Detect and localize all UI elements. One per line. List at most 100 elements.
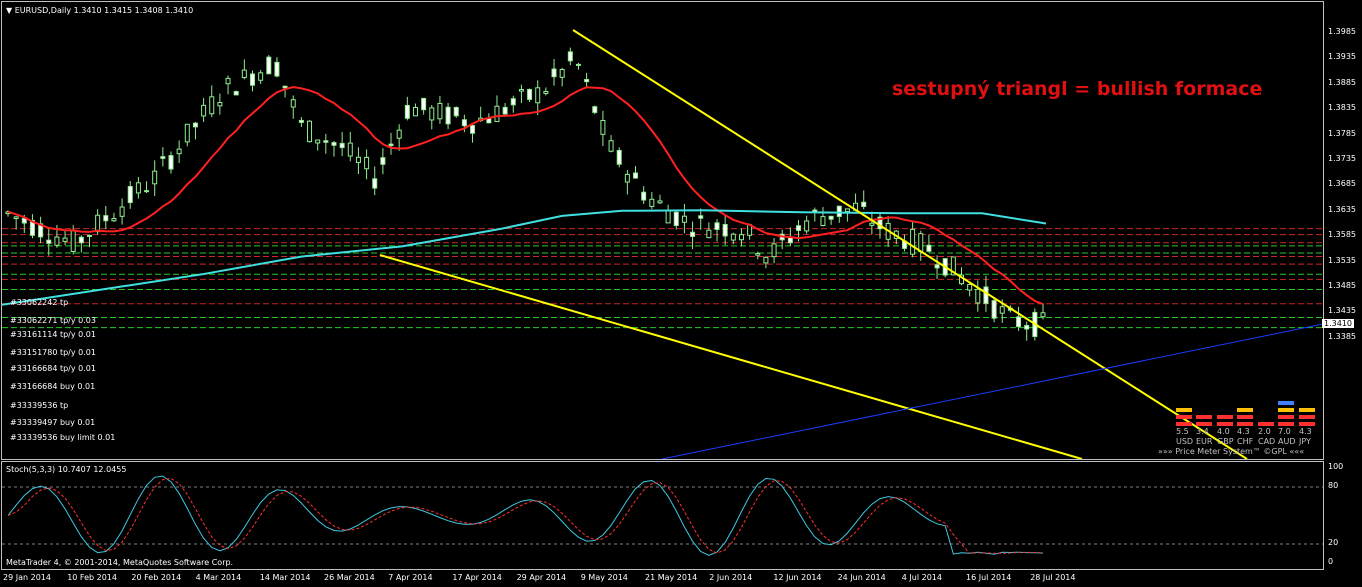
candle-body (641, 191, 647, 201)
price-tick-label: 1.3835 (1328, 103, 1356, 113)
order-label[interactable]: #33339536 tp (10, 401, 68, 410)
candle-body (608, 140, 614, 152)
candle-body (592, 106, 598, 113)
candle (714, 219, 720, 242)
candle (592, 105, 598, 115)
candle-body (168, 155, 174, 170)
candle (567, 47, 573, 66)
candle-body (388, 143, 394, 147)
candle (111, 212, 117, 222)
meter-value: 4.3 (1237, 427, 1250, 436)
candle (274, 57, 280, 78)
candle (934, 255, 940, 279)
candle-body (144, 190, 150, 193)
order-label[interactable]: #33339497 buy 0.01 (10, 418, 95, 427)
candle (836, 205, 842, 223)
candle (396, 124, 402, 151)
candle (608, 135, 614, 153)
candle (429, 104, 435, 130)
candle (624, 169, 630, 195)
candle (160, 147, 166, 167)
candle-body (396, 129, 402, 139)
candle (323, 133, 329, 154)
meter-caption: »»» Price Meter System™ ©GPL ««« (1158, 447, 1305, 456)
price-tick-label: 1.3635 (1328, 204, 1356, 214)
candle-body (681, 215, 687, 223)
candle (201, 97, 207, 122)
candle-body (135, 182, 141, 194)
candle-body (861, 201, 867, 208)
candle (225, 75, 231, 95)
candle-body (543, 91, 549, 94)
candle (355, 147, 361, 175)
candle-body (616, 149, 622, 165)
candle (184, 123, 190, 147)
candle-body (502, 106, 508, 115)
stochastic-signal-line (7, 477, 1044, 554)
stochastic-pane[interactable]: Stoch(5,3,3) 10.7407 12.0455 MetaTrader … (1, 461, 1324, 570)
candle-body (282, 85, 288, 89)
candle (364, 149, 370, 180)
candle (38, 216, 44, 244)
meter-value: 2.0 (1258, 427, 1271, 436)
chart-annotation: sestupný triangl = bullish formace (892, 78, 1263, 100)
candle-body (836, 205, 842, 217)
candle-body (657, 200, 663, 204)
candle-body (584, 79, 590, 83)
candle-body (111, 218, 117, 222)
order-label[interactable]: #33161114 tp/y 0.01 (10, 330, 96, 339)
candle-body (209, 96, 215, 115)
candle (331, 141, 337, 157)
candle (967, 283, 973, 297)
meter-currency: GBP (1217, 437, 1234, 446)
candle (1040, 303, 1046, 320)
stochastic-header: Stoch(5,3,3) 10.7407 12.0455 (6, 465, 127, 474)
candle-body (315, 139, 321, 144)
meter-currency: EUR (1196, 437, 1213, 446)
candle (421, 97, 427, 115)
meter-bar (1299, 415, 1315, 419)
candle (575, 62, 581, 70)
candle-body (46, 239, 52, 244)
order-label[interactable]: #33062271 tp/y 0.03 (10, 316, 96, 325)
price-chart-canvas[interactable] (2, 2, 1323, 459)
date-tick-label: 29 Jan 2014 (3, 573, 51, 582)
meter-currency: AUD (1278, 437, 1296, 446)
meter-bar (1217, 422, 1233, 426)
candle (722, 215, 728, 245)
stochastic-tick-label: 20 (1328, 538, 1339, 547)
order-label[interactable]: #33166684 buy 0.01 (10, 382, 95, 391)
price-chart-pane[interactable]: ▼ EURUSD,Daily 1.3410 1.3415 1.3408 1.34… (1, 1, 1324, 460)
candle (551, 59, 557, 86)
order-label[interactable]: #33062242 tp (10, 298, 68, 307)
stochastic-canvas[interactable] (2, 462, 1323, 569)
candle (46, 228, 52, 256)
candle-body (967, 283, 973, 291)
price-tick-label: 1.3935 (1328, 52, 1356, 62)
candle (217, 93, 223, 115)
candle-body (470, 125, 476, 134)
order-label[interactable]: #33339536 buy limit 0.01 (10, 433, 115, 442)
candle (347, 131, 353, 162)
date-tick-label: 17 Apr 2014 (452, 573, 502, 582)
price-tick-label: 1.3535 (1328, 255, 1356, 265)
meter-bar (1196, 415, 1212, 419)
candle (307, 120, 313, 143)
date-tick-label: 12 Jun 2014 (773, 573, 822, 582)
candle-body (274, 61, 280, 77)
date-tick-label: 21 May 2014 (645, 573, 698, 582)
order-label[interactable]: #33166684 tp/y 0.01 (10, 364, 96, 373)
meter-bar (1176, 415, 1192, 419)
dropdown-arrow-icon[interactable]: ▼ (6, 6, 12, 15)
date-tick-label: 16 Jul 2014 (966, 573, 1012, 582)
candle-body (355, 156, 361, 163)
candle (404, 96, 410, 121)
candle (673, 211, 679, 230)
candle-body (347, 142, 353, 157)
meter-currency: USD (1176, 437, 1194, 446)
candle-body (225, 77, 231, 85)
date-tick-label: 4 Jul 2014 (901, 573, 942, 582)
meter-currency: CAD (1258, 437, 1276, 446)
chart-header: ▼ EURUSD,Daily 1.3410 1.3415 1.3408 1.34… (6, 6, 193, 15)
order-label[interactable]: #33151780 tp/y 0.01 (10, 348, 96, 357)
